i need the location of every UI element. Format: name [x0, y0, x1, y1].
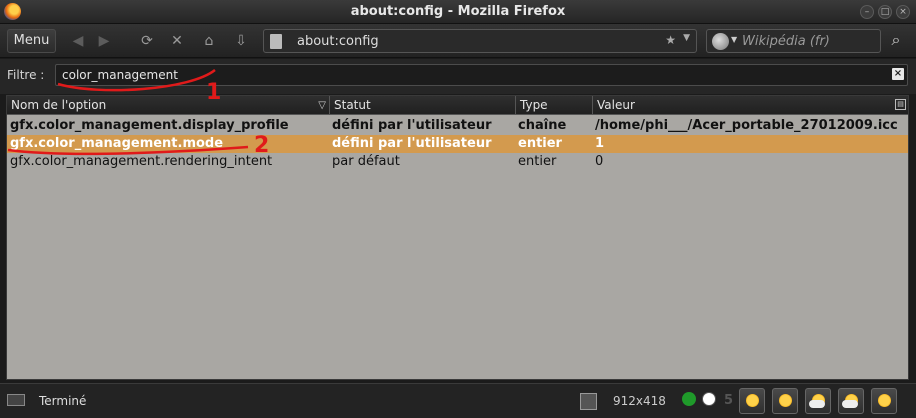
- weather-partly-cloudy-icon[interactable]: [838, 388, 864, 414]
- annotation-number-1: 1: [206, 80, 222, 105]
- weather-sunny-icon[interactable]: [739, 388, 765, 414]
- annotation-number-2: 2: [254, 133, 270, 158]
- green-status-icon[interactable]: [682, 392, 696, 406]
- status-text: Terminé: [39, 394, 87, 408]
- annotation-underline-2: [7, 145, 249, 156]
- annotation-underline-1: [57, 69, 216, 92]
- status-page-icon: [7, 394, 25, 406]
- status-bar: Terminé 912x418 5: [0, 383, 916, 418]
- weather-sunny-icon[interactable]: [772, 388, 798, 414]
- screen-resolution-icon[interactable]: [580, 393, 597, 410]
- counter-text: 5: [724, 393, 734, 408]
- clock-icon[interactable]: [702, 392, 716, 406]
- annotation-overlay: [7, 69, 249, 156]
- resolution-readout: 912x418: [613, 394, 666, 408]
- weather-sunny-icon[interactable]: [871, 388, 897, 414]
- weather-partly-cloudy-icon[interactable]: [805, 388, 831, 414]
